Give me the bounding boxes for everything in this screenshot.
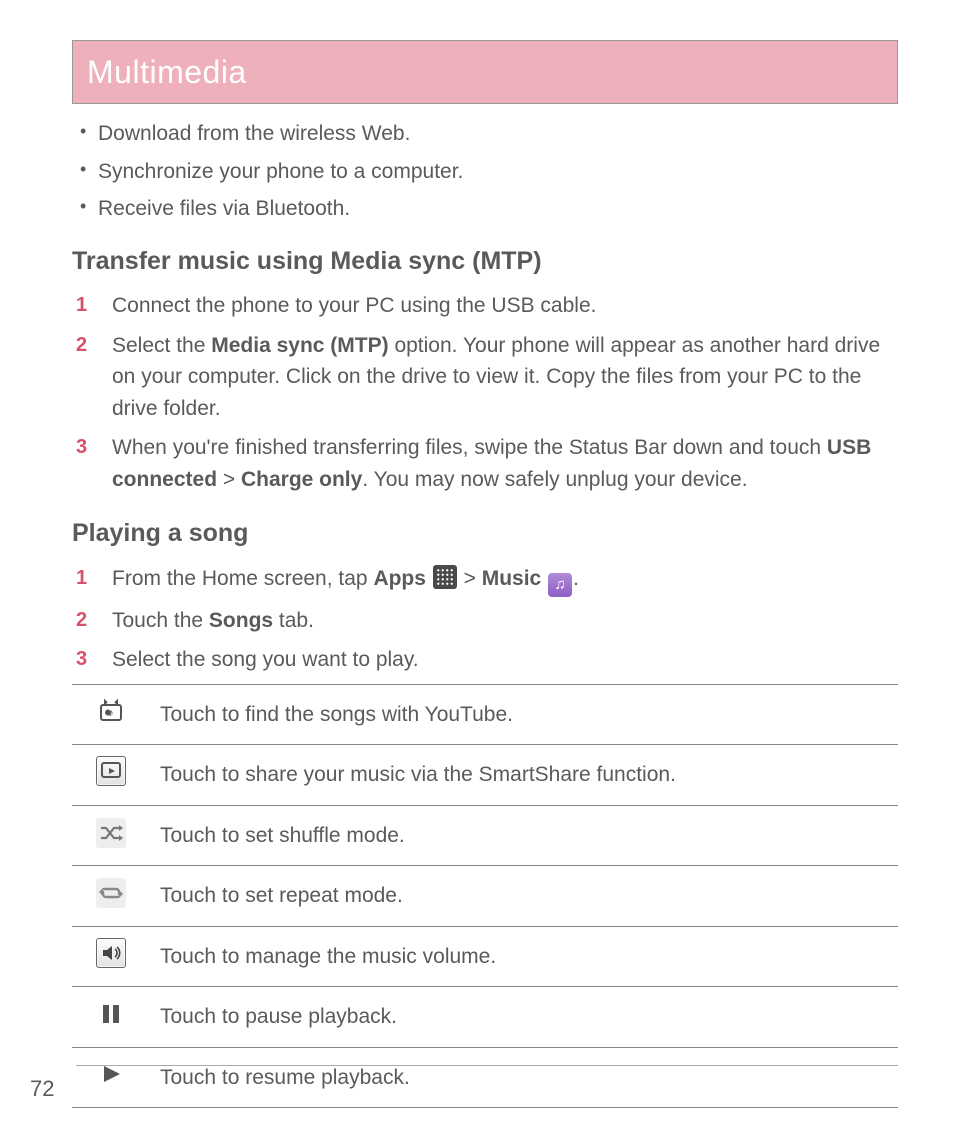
step-item: From the Home screen, tap Apps > Music ♫…	[72, 563, 898, 597]
manual-page: Multimedia Download from the wireless We…	[0, 0, 954, 1108]
step-text: Touch the	[112, 609, 209, 632]
page-number: 72	[26, 1072, 898, 1105]
svg-text:♪: ♪	[109, 708, 114, 719]
step-item: Touch the Songs tab.	[72, 605, 898, 637]
bold-text: Charge only	[241, 468, 362, 491]
icon-description: Touch to pause playback.	[150, 987, 898, 1048]
smartshare-icon	[96, 756, 126, 786]
icon-cell	[72, 866, 150, 927]
step-text: Select the song you want to play.	[112, 648, 419, 671]
volume-icon	[96, 938, 126, 968]
icon-description: Touch to manage the music volume.	[150, 926, 898, 987]
step-item: Select the Media sync (MTP) option. Your…	[72, 330, 898, 425]
table-row: Touch to manage the music volume.	[72, 926, 898, 987]
table-row: ♪ Touch to find the songs with YouTube.	[72, 684, 898, 745]
step-text: When you're finished transferring files,…	[112, 436, 827, 459]
heading-transfer-music: Transfer music using Media sync (MTP)	[72, 243, 898, 281]
icon-cell	[72, 987, 150, 1048]
bold-text: Songs	[209, 609, 273, 632]
step-text: From the Home screen, tap	[112, 567, 373, 590]
table-row: Touch to set shuffle mode.	[72, 805, 898, 866]
icon-description: Touch to share your music via the SmartS…	[150, 745, 898, 806]
steps-playing-song: From the Home screen, tap Apps > Music ♫…	[72, 563, 898, 676]
bold-text: Music	[482, 567, 542, 590]
step-text: Select the	[112, 334, 211, 357]
icon-cell	[72, 745, 150, 806]
pause-icon	[96, 999, 126, 1029]
icon-description: Touch to set shuffle mode.	[150, 805, 898, 866]
table-row: Touch to share your music via the SmartS…	[72, 745, 898, 806]
bullet-item: Download from the wireless Web.	[80, 118, 898, 150]
step-text: >	[217, 468, 241, 491]
bullet-item: Synchronize your phone to a computer.	[80, 156, 898, 188]
page-footer: 72	[26, 1065, 898, 1105]
step-text: tab.	[273, 609, 314, 632]
shuffle-icon	[96, 818, 126, 848]
apps-icon	[433, 565, 457, 589]
bullet-item: Receive files via Bluetooth.	[80, 193, 898, 225]
step-text: . You may now safely unplug your device.	[362, 468, 747, 491]
icon-cell	[72, 926, 150, 987]
footer-rule	[76, 1065, 898, 1066]
step-text: >	[458, 567, 482, 590]
bold-text: Media sync (MTP)	[211, 334, 388, 357]
step-item: Connect the phone to your PC using the U…	[72, 290, 898, 322]
step-text: Connect the phone to your PC using the U…	[112, 294, 596, 317]
section-header-band: Multimedia	[72, 40, 898, 104]
icon-description: Touch to set repeat mode.	[150, 866, 898, 927]
page-title: Multimedia	[87, 48, 883, 96]
repeat-icon	[96, 878, 126, 908]
icon-description: Touch to find the songs with YouTube.	[150, 684, 898, 745]
youtube-find-icon: ♪	[96, 695, 126, 725]
icon-cell: ♪	[72, 684, 150, 745]
step-item: When you're finished transferring files,…	[72, 432, 898, 495]
steps-transfer-music: Connect the phone to your PC using the U…	[72, 290, 898, 495]
music-icon: ♫	[548, 573, 572, 597]
intro-bullets: Download from the wireless Web. Synchron…	[72, 118, 898, 225]
player-buttons-table: ♪ Touch to find the songs with YouTube. …	[72, 684, 898, 1109]
step-item: Select the song you want to play.	[72, 644, 898, 676]
icon-cell	[72, 805, 150, 866]
step-text: .	[573, 567, 579, 590]
table-row: Touch to set repeat mode.	[72, 866, 898, 927]
table-row: Touch to pause playback.	[72, 987, 898, 1048]
bold-text: Apps	[373, 567, 426, 590]
heading-playing-song: Playing a song	[72, 515, 898, 553]
